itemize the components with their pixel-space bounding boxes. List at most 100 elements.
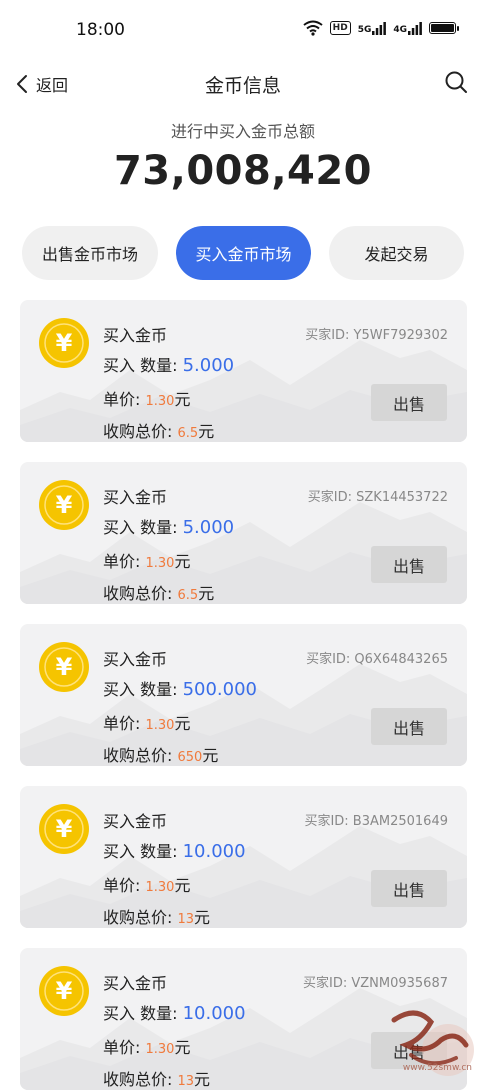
total-price-value: 6.5 [177,426,199,441]
quantity-row: 买入 数量: 5.000 [103,514,234,538]
card-title: 买入金币 [103,488,168,507]
unit-price-value: 1.30 [145,1042,175,1057]
buyer-id: 买家ID: Y5WF7929302 [305,328,448,343]
coin-icon: ¥ [39,318,89,368]
unit-price-value: 1.30 [145,556,175,571]
card-title: 买入金币 [103,650,168,669]
total-price-row: 收购总价: 6.5元 [103,418,214,442]
unit-price-label: 单价: [103,1038,141,1057]
quantity-label: 买入 数量: [103,1004,178,1023]
quantity-row: 买入 数量: 10.000 [103,838,246,862]
tab-sell-market[interactable]: 出售金币市场 [22,226,158,280]
buyer-id: 买家ID: VZNM0935687 [303,976,448,991]
total-price-unit: 元 [198,422,215,441]
total-price-label: 收购总价: [103,908,173,927]
page-title: 金币信息 [204,75,281,97]
status-time: 18:00 [76,20,125,40]
svg-text:¥: ¥ [56,329,73,357]
quantity-label: 买入 数量: [103,518,178,537]
unit-price-row: 单价: 1.30元 [103,710,190,734]
svg-text:¥: ¥ [56,653,73,681]
quantity-row: 买入 数量: 500.000 [103,676,257,700]
quantity-value: 5.000 [182,517,235,538]
watermark-url: www.52smw.cn [402,1063,472,1073]
unit-price-row: 单价: 1.30元 [103,872,190,896]
buy-order-card: ¥ 买入金币 买家ID: Y5WF7929302 买入 数量: 5.000 单价… [20,300,467,442]
quantity-value: 5.000 [182,355,235,376]
card-title: 买入金币 [103,326,168,345]
quantity-label: 买入 数量: [103,356,178,375]
quantity-value: 500.000 [182,679,258,700]
buyer-id: 买家ID: B3AM2501649 [304,814,448,829]
wifi-icon [303,20,323,36]
buy-order-card: ¥ 买入金币 买家ID: SZK14453722 买入 数量: 5.000 单价… [20,462,467,604]
card-title: 买入金币 [103,974,168,993]
total-amount-value: 73,008,420 [113,148,373,194]
total-price-label: 收购总价: [103,584,173,603]
unit-price-unit: 元 [174,390,191,409]
unit-price-row: 单价: 1.30元 [103,386,190,410]
signal-5g-icon: 5G [358,21,387,35]
sell-button[interactable]: 出售 [371,708,447,745]
unit-price-label: 单价: [103,552,141,571]
unit-price-label: 单价: [103,876,141,895]
total-price-value: 13 [177,1074,195,1089]
unit-price-unit: 元 [174,552,191,571]
unit-price-unit: 元 [174,714,191,733]
total-amount-label: 进行中买入金币总额 [170,122,315,141]
sell-button[interactable]: 出售 [371,546,447,583]
coin-icon: ¥ [39,642,89,692]
unit-price-value: 1.30 [145,394,175,409]
total-price-unit: 元 [202,746,219,765]
tab-buy-market[interactable]: 买入金币市场 [176,226,311,280]
total-price-label: 收购总价: [103,746,173,765]
status-bar: 18:00 HD 5G 4G [0,0,486,62]
sell-button[interactable]: 出售 [371,870,447,907]
unit-price-label: 单价: [103,714,141,733]
unit-price-row: 单价: 1.30元 [103,548,190,572]
quantity-row: 买入 数量: 5.000 [103,352,234,376]
status-icons: HD 5G 4G [303,20,459,36]
unit-price-label: 单价: [103,390,141,409]
quantity-value: 10.000 [182,1003,246,1024]
buy-order-card: ¥ 买入金币 买家ID: B3AM2501649 买入 数量: 10.000 单… [20,786,467,928]
total-price-row: 收购总价: 650元 [103,742,218,766]
unit-price-unit: 元 [174,1038,191,1057]
quantity-label: 买入 数量: [103,680,178,699]
signal-4g-icon: 4G [393,21,422,35]
total-price-label: 收购总价: [103,422,173,441]
buyer-id: 买家ID: Q6X64843265 [306,652,448,667]
coin-icon: ¥ [39,804,89,854]
total-price-row: 收购总价: 13元 [103,1066,210,1090]
total-price-value: 650 [177,750,203,765]
coin-icon: ¥ [39,480,89,530]
total-price-value: 6.5 [177,588,199,603]
quantity-value: 10.000 [182,841,246,862]
card-title: 买入金币 [103,812,168,831]
hd-badge: HD [329,21,351,35]
quantity-row: 买入 数量: 10.000 [103,1000,246,1024]
buyer-id: 买家ID: SZK14453722 [307,490,448,505]
market-tabs: 出售金币市场 买入金币市场 发起交易 [22,226,464,280]
search-icon [445,71,467,93]
svg-text:¥: ¥ [56,815,73,843]
unit-price-row: 单价: 1.30元 [103,1034,190,1058]
buy-order-card: ¥ 买入金币 买家ID: Q6X64843265 买入 数量: 500.000 … [20,624,467,766]
quantity-label: 买入 数量: [103,842,178,861]
total-price-row: 收购总价: 13元 [103,904,210,928]
nav-bar: 返回 金币信息 [0,62,486,106]
svg-text:¥: ¥ [56,491,73,519]
svg-text:¥: ¥ [56,977,73,1005]
unit-price-value: 1.30 [145,880,175,895]
search-button[interactable] [444,70,468,98]
total-price-row: 收购总价: 6.5元 [103,580,214,604]
coin-icon: ¥ [39,966,89,1016]
total-price-value: 13 [177,912,195,927]
sell-button[interactable]: 出售 [371,384,447,421]
total-price-unit: 元 [198,584,215,603]
battery-icon [429,22,459,34]
unit-price-unit: 元 [174,876,191,895]
unit-price-value: 1.30 [145,718,175,733]
total-price-unit: 元 [194,908,211,927]
tab-start-trade[interactable]: 发起交易 [329,226,464,280]
